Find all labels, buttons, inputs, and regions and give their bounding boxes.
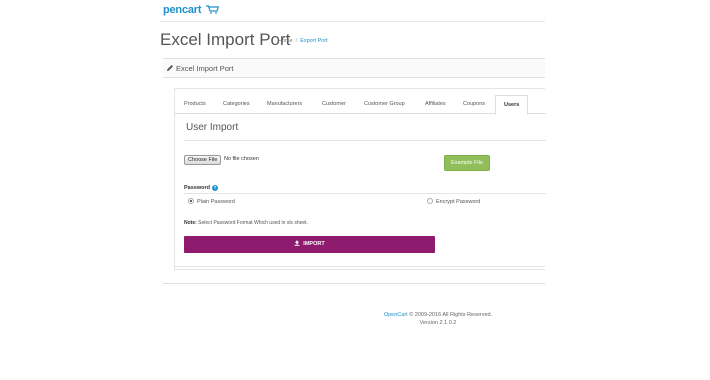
opencart-logo[interactable]: pencart (163, 4, 220, 16)
breadcrumb-separator: / (295, 38, 298, 44)
tab-customer[interactable]: Customer (322, 95, 346, 114)
tab-affiliates[interactable]: Affiliates (425, 95, 446, 114)
content-bottom-border (163, 283, 545, 284)
tab-customer-group[interactable]: Customer Group (364, 95, 405, 114)
pencil-icon (167, 65, 173, 71)
footer-copyright-text: © 2009-2016 All Rights Reserved. (407, 312, 493, 318)
note-body: Select Password Format Which used in xls… (196, 220, 308, 226)
example-file-button[interactable]: Example File (444, 155, 490, 171)
breadcrumb: Home / Export Port (278, 38, 328, 44)
password-label: Password? (184, 185, 218, 191)
password-divider (184, 193, 546, 194)
tab-manufacturers[interactable]: Manufacturers (267, 95, 302, 114)
tab-products[interactable]: Products (184, 95, 206, 114)
panel-bottom-border (174, 266, 545, 267)
radio-encrypt-indicator[interactable] (427, 198, 433, 204)
radio-plain-indicator[interactable] (188, 198, 194, 204)
note-text: Note: Select Password Format Which used … (184, 220, 308, 226)
import-panel: Products Categories Manufacturers Custom… (174, 88, 546, 270)
file-status-text: No file chosen (224, 156, 259, 162)
footer-copyright: OpenCart © 2009-2016 All Rights Reserved… (330, 311, 546, 319)
panel-heading-title: Excel Import Port (176, 64, 234, 73)
password-label-text: Password (184, 185, 210, 191)
radio-plain-label: Plain Password (197, 199, 235, 205)
radio-encrypt-label: Encrypt Password (436, 199, 481, 205)
logo-text: pencart (163, 4, 202, 16)
tab-categories[interactable]: Categories (223, 95, 250, 114)
radio-encrypt-password[interactable]: Encrypt Password (427, 198, 480, 205)
breadcrumb-export-port[interactable]: Export Port (300, 38, 328, 44)
footer-opencart-link[interactable]: OpenCart (384, 312, 408, 318)
tab-coupons[interactable]: Coupons (463, 95, 485, 114)
footer-version: Version 2.1.0.2 (419, 320, 457, 326)
footer: OpenCart © 2009-2016 All Rights Reserved… (330, 311, 546, 327)
panel-heading: Excel Import Port (163, 58, 545, 78)
note-bold: Note: (184, 220, 197, 226)
upload-icon (294, 240, 300, 246)
section-title: User Import (186, 122, 239, 133)
question-circle-icon[interactable]: ? (211, 185, 218, 191)
import-button[interactable]: IMPORT (184, 236, 435, 253)
top-navbar: pencart (160, 0, 545, 22)
radio-plain-password[interactable]: Plain Password (188, 198, 235, 205)
cart-icon (206, 5, 220, 14)
tab-users[interactable]: Users (495, 95, 529, 115)
section-divider (184, 140, 546, 141)
import-button-label: IMPORT (303, 241, 325, 247)
page-header: Excel Import Port Home / Export Port (160, 28, 545, 56)
choose-file-button[interactable]: Choose File (184, 155, 222, 165)
tab-bar: Products Categories Manufacturers Custom… (175, 95, 546, 115)
page-title: Excel Import Port (160, 30, 291, 49)
breadcrumb-home[interactable]: Home (278, 38, 293, 44)
